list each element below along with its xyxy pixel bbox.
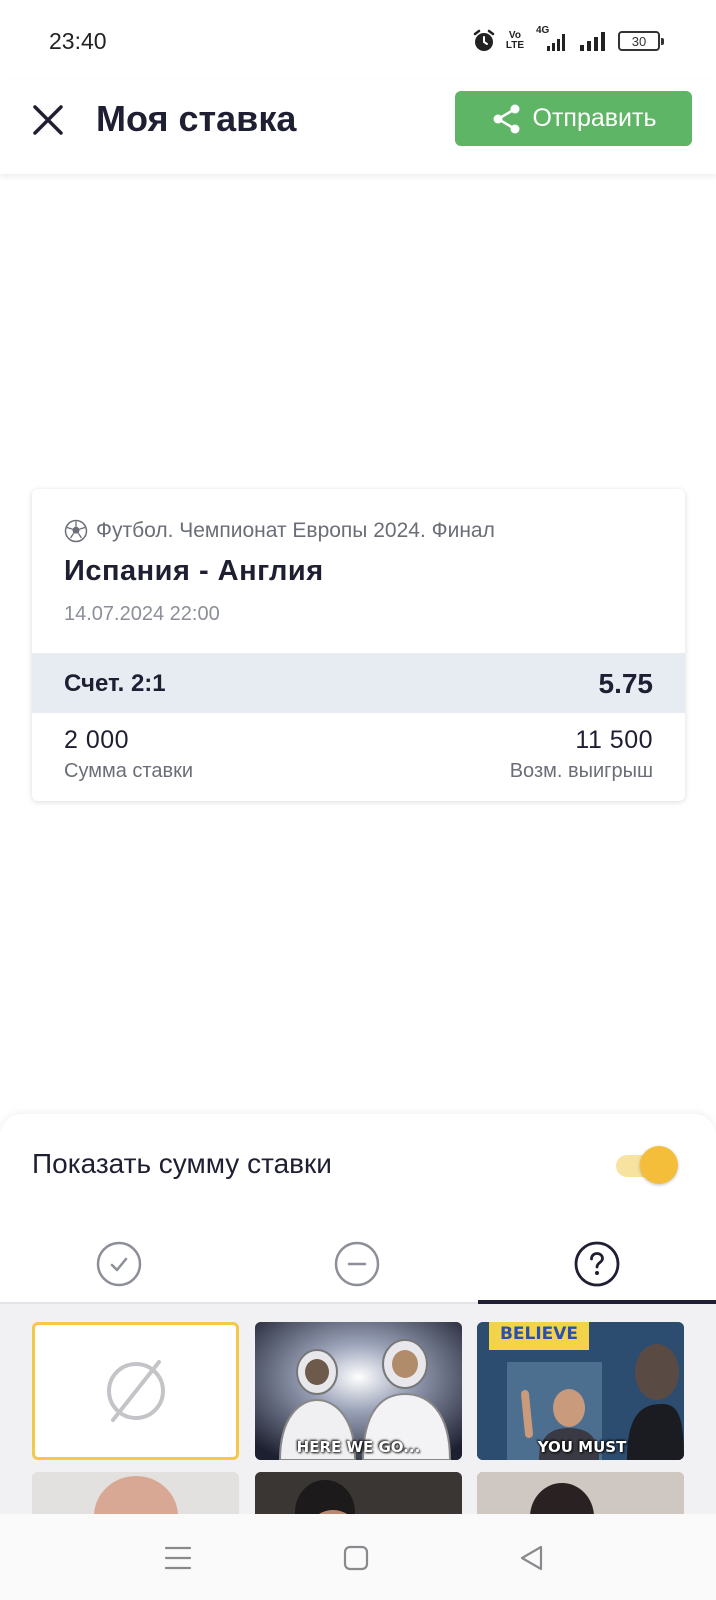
gif-image [477,1472,684,1514]
app-header: Моя ставка Отправить [0,80,716,174]
status-time: 23:40 [49,28,107,54]
menu-button[interactable] [158,1542,198,1574]
gif-thumbnail[interactable] [255,1472,462,1514]
gif-image [32,1472,239,1514]
send-button[interactable]: Отправить [455,91,692,146]
gif-caption: HERE WE GO... [296,1438,421,1456]
tab-won[interactable] [0,1224,238,1304]
gif-thumbnail[interactable] [477,1472,684,1514]
gif-thumbnail[interactable] [32,1472,239,1514]
page-title: Моя ставка [96,98,297,139]
close-icon [33,105,63,135]
check-circle-icon [96,1241,142,1287]
gif-image [255,1472,462,1514]
status-bar: 23:40 Vo LTE 4G 30 [0,0,716,80]
volte-icon: Vo LTE [506,31,524,51]
minus-circle-icon [334,1241,380,1287]
potential-win-label: Возм. выигрыш [509,760,653,782]
match-name: Испания - Англия [64,555,324,587]
outcome-label: Счет. 2:1 [64,670,166,697]
gif-here-we-go[interactable]: HERE WE GO... [255,1322,462,1460]
no-gif-icon [106,1360,165,1422]
event-line: Футбол. Чемпионат Европы 2024. Финал [64,519,495,543]
status-icons: Vo LTE 4G 30 [472,25,664,56]
show-stake-toggle[interactable] [612,1142,680,1188]
gif-you-must-believe[interactable]: BELIEVE YOU MUST [477,1322,684,1460]
soccer-ball-icon [64,519,88,543]
back-triangle-icon [520,1545,543,1571]
bottom-sheet: Показать сумму ставки HERE WE GO... BELI… [0,1114,716,1514]
back-button[interactable] [512,1542,552,1574]
menu-icon [164,1546,192,1570]
signal-4g-icon: 4G [534,25,568,53]
question-circle-icon [574,1241,620,1287]
event-title: Футбол. Чемпионат Европы 2024. Финал [96,519,495,542]
gif-grid: HERE WE GO... BELIEVE YOU MUST [0,1304,716,1514]
send-button-label: Отправить [532,104,657,132]
network-type-label: 4G [536,25,550,36]
share-icon [493,104,520,133]
stake-label: Сумма ставки [64,760,194,782]
home-square-icon [343,1545,369,1571]
alarm-icon [472,29,496,53]
match-datetime: 14.07.2024 22:00 [64,603,220,625]
outcome-odds: 5.75 [598,668,654,699]
potential-win-amount: 11 500 [575,726,653,754]
battery-icon: 30 [618,31,664,51]
close-button[interactable] [26,98,70,142]
home-button[interactable] [336,1542,376,1574]
outcome-row: Счет. 2:1 5.75 [32,653,685,713]
bet-card: Футбол. Чемпионат Европы 2024. Финал Исп… [32,489,685,801]
believe-sign-text: BELIEVE [499,1324,579,1344]
stake-amount: 2 000 [64,726,130,754]
toggle-knob [640,1146,678,1184]
signal-icon [578,29,608,53]
reaction-tabs [0,1224,716,1304]
tab-pending[interactable] [478,1224,716,1304]
system-nav-bar [0,1514,716,1600]
gif-caption: YOU MUST [537,1438,627,1456]
show-stake-label: Показать сумму ставки [32,1148,332,1179]
tab-lost[interactable] [238,1224,476,1304]
gif-none-option[interactable] [32,1322,239,1460]
volte-bottom-text: LTE [505,40,524,51]
